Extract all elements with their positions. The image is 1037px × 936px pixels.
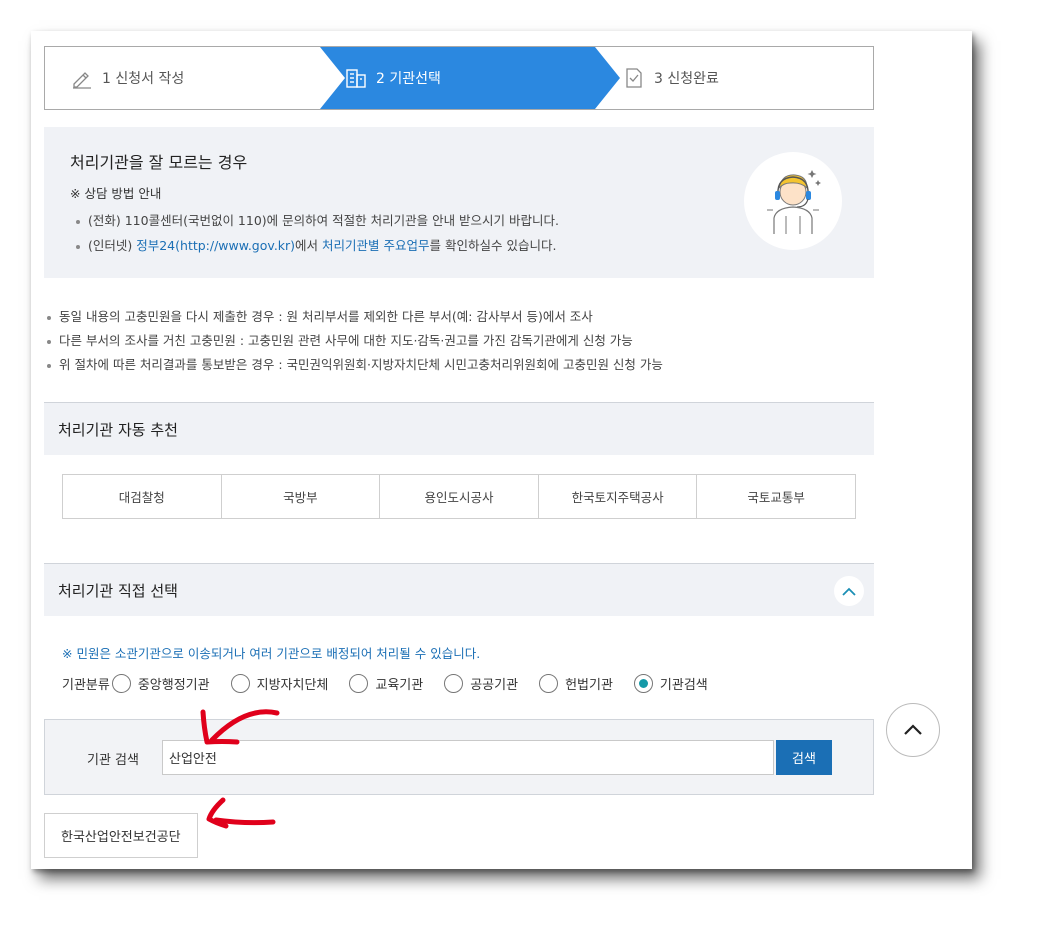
radio-circle[interactable] <box>539 673 559 693</box>
radio-label: 교육기관 <box>375 677 424 693</box>
guide-web-middle: 에서 <box>295 238 323 253</box>
step-progress-bar: 1 신청서 작성 2 기관선택 3 신청완료 <box>44 46 874 110</box>
agency-option[interactable]: 한국토지주택공사 <box>539 475 698 518</box>
bullet-dot <box>76 219 80 224</box>
agency-option[interactable]: 국토교통부 <box>697 475 855 518</box>
guide-web-suffix: 를 확인하실수 있습니다. <box>429 238 557 253</box>
headset-counselor-icon <box>767 170 821 234</box>
agency-option[interactable]: 대검찰청 <box>63 475 222 518</box>
step-label: 2 기관선택 <box>376 71 441 87</box>
note-text: 위 절차에 따른 처리결과를 통보받은 경우 : 국민권익위원회·지방자치단체 … <box>59 357 663 372</box>
radio-circle[interactable] <box>111 673 131 693</box>
pencil-icon <box>73 72 91 89</box>
radio-agency-search[interactable]: 기관검색 <box>633 673 708 693</box>
note-text: 동일 내용의 고충민원을 다시 제출한 경우 : 원 처리부서를 제외한 다른 … <box>59 309 593 324</box>
agency-guide-box: 처리기관을 잘 모르는 경우 ※ 상담 방법 안내 (전화) 110콜센터(국번… <box>44 127 874 278</box>
step-label: 1 신청서 작성 <box>102 71 185 87</box>
guide-web-prefix: (인터넷) <box>88 238 137 253</box>
radio-label: 헌법기관 <box>565 677 613 693</box>
radio-label: 지방자치단체 <box>256 677 329 693</box>
section-title: 처리기관 직접 선택 <box>58 581 178 600</box>
annotation-arrow-icon <box>206 797 276 829</box>
radio-central-admin[interactable]: 중앙행정기관 <box>111 673 210 693</box>
annotation-arrow-icon <box>200 709 280 745</box>
chevron-up-icon <box>904 724 922 735</box>
transfer-notice: ※ 민원은 소관기관으로 이송되거나 여러 기관으로 배정되어 처리될 수 있습… <box>62 646 481 661</box>
category-label: 기관분류 <box>62 677 110 693</box>
guide-web-line: (인터넷) 정부24(http://www.gov.kr)에서 처리기관별 주요… <box>76 235 556 254</box>
step-write-application: 1 신청서 작성 <box>71 47 184 109</box>
collapse-button[interactable] <box>834 576 864 606</box>
note-item: 동일 내용의 고충민원을 다시 제출한 경우 : 원 처리부서를 제외한 다른 … <box>47 306 663 330</box>
guide-phone-text: (전화) 110콜센터(국번없이 110)에 문의하여 적절한 처리기관을 안내… <box>88 213 559 228</box>
radio-label: 중앙행정기관 <box>137 677 210 693</box>
agency-duties-link[interactable]: 처리기관별 주요업무 <box>322 238 429 253</box>
radio-local-government[interactable]: 지방자치단체 <box>230 673 329 693</box>
section-title: 처리기관 자동 추천 <box>58 420 178 439</box>
radio-constitutional[interactable]: 헌법기관 <box>539 673 613 693</box>
procedure-notes: 동일 내용의 고충민원을 다시 제출한 경우 : 원 처리부서를 제외한 다른 … <box>47 306 663 378</box>
bullet-dot <box>76 244 80 249</box>
search-label: 기관 검색 <box>87 753 139 768</box>
agency-option[interactable]: 국방부 <box>222 475 381 518</box>
search-result-item[interactable]: 한국산업안전보건공단 <box>44 813 198 858</box>
radio-circle[interactable] <box>230 673 250 693</box>
guide-phone-line: (전화) 110콜센터(국번없이 110)에 문의하여 적절한 처리기관을 안내… <box>76 210 559 229</box>
auto-recommend-header: 처리기관 자동 추천 <box>44 402 874 455</box>
radio-education[interactable]: 교육기관 <box>349 673 424 693</box>
chevron-up-icon <box>842 587 856 596</box>
note-item: 다른 부서의 조사를 거친 고충민원 : 고충민원 관련 사무에 대한 지도·감… <box>47 330 663 354</box>
agency-search-panel: 기관 검색 검색 <box>44 719 874 795</box>
agency-category-radios: 기관분류 중앙행정기관 지방자치단체 교육기관 공공기관 헌법기관 기관검색 <box>62 671 729 695</box>
step-complete: 3 신청완료 <box>623 47 719 109</box>
radio-circle[interactable] <box>444 673 464 693</box>
gov24-link[interactable]: 정부24(http://www.gov.kr) <box>136 238 295 253</box>
scroll-top-button[interactable] <box>886 703 940 757</box>
radio-circle[interactable] <box>349 673 369 693</box>
bullet-dot <box>47 339 51 344</box>
step-select-agency: 2 기관선택 <box>345 47 441 109</box>
bullet-dot <box>47 363 51 368</box>
radio-public-institution[interactable]: 공공기관 <box>444 673 519 693</box>
building-icon <box>346 69 366 88</box>
radio-label: 기관검색 <box>659 677 708 693</box>
bullet-dot <box>47 315 51 320</box>
counselor-avatar <box>744 152 842 250</box>
note-item: 위 절차에 따른 처리결과를 통보받은 경우 : 국민권익위원회·지방자치단체 … <box>47 354 663 378</box>
radio-circle-selected[interactable] <box>633 673 653 693</box>
check-document-icon <box>626 68 642 88</box>
step-label: 3 신청완료 <box>654 71 719 87</box>
guide-title: 처리기관을 잘 모르는 경우 <box>70 153 248 172</box>
guide-subtitle: ※ 상담 방법 안내 <box>70 186 162 201</box>
agency-option[interactable]: 용인도시공사 <box>380 475 539 518</box>
note-text: 다른 부서의 조사를 거친 고충민원 : 고충민원 관련 사무에 대한 지도·감… <box>59 333 633 348</box>
direct-select-header: 처리기관 직접 선택 <box>44 563 874 616</box>
radio-label: 공공기관 <box>470 677 519 693</box>
recommended-agency-list: 대검찰청 국방부 용인도시공사 한국토지주택공사 국토교통부 <box>62 474 856 519</box>
search-button[interactable]: 검색 <box>776 740 832 775</box>
browser-window: 1 신청서 작성 2 기관선택 3 신청완료 처리기관을 잘 모르는 경우 ※ … <box>31 31 972 869</box>
